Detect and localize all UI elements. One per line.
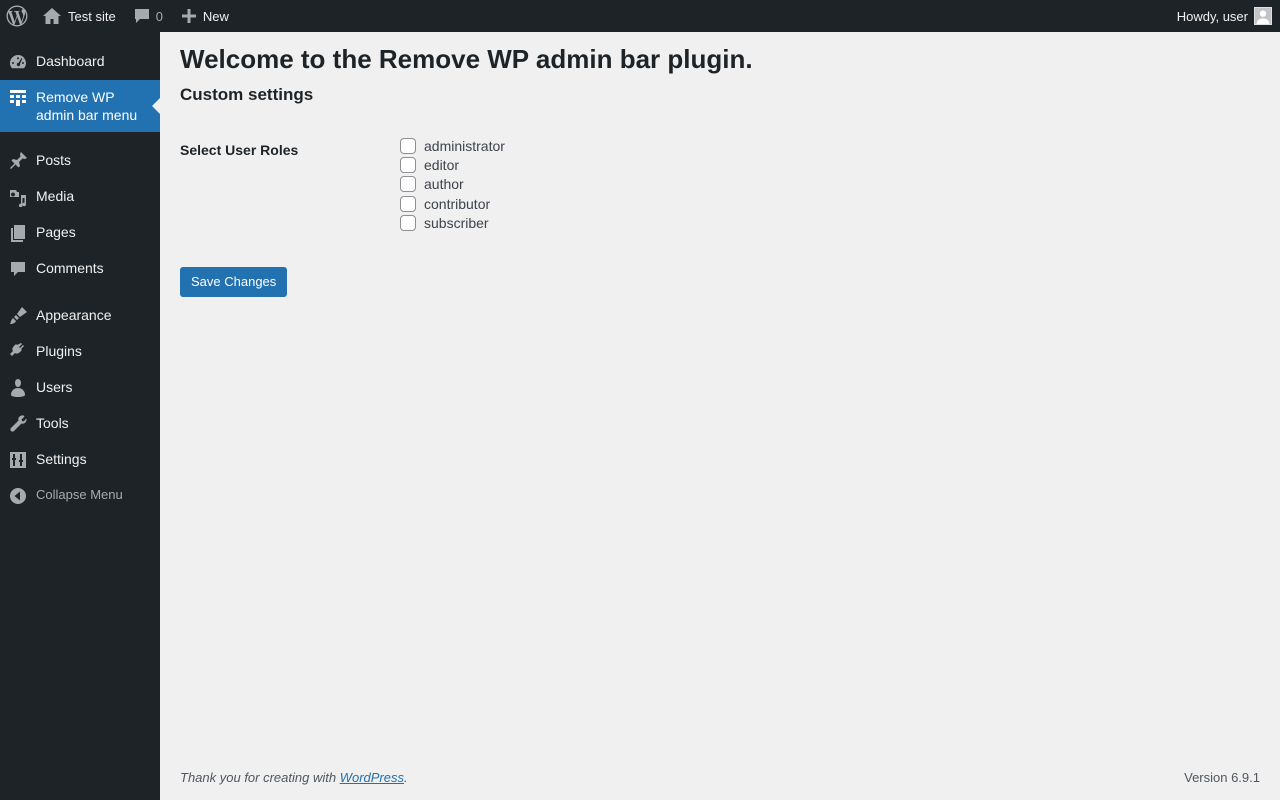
footer-thanks-suffix: . bbox=[404, 770, 408, 785]
media-icon bbox=[0, 187, 36, 207]
role-option-author[interactable]: author bbox=[400, 175, 505, 194]
site-name-link[interactable]: Test site bbox=[34, 0, 124, 32]
sidebar-item-label: Remove WP admin bar menu bbox=[36, 89, 138, 123]
sidebar-item-label: Posts bbox=[36, 152, 72, 168]
role-label: administrator bbox=[424, 137, 505, 154]
role-option-subscriber[interactable]: subscriber bbox=[400, 214, 505, 233]
settings-icon bbox=[0, 450, 36, 470]
new-content-link[interactable]: New bbox=[171, 0, 237, 32]
sidebar-item-label: Dashboard bbox=[36, 53, 105, 69]
sidebar-item-settings[interactable]: Settings bbox=[0, 442, 160, 478]
brush-icon bbox=[0, 306, 36, 326]
sidebar-item-label: Users bbox=[36, 379, 73, 395]
footer: Thank you for creating with WordPress. V… bbox=[180, 770, 1260, 785]
grid-icon bbox=[0, 88, 36, 108]
sidebar-item-appearance[interactable]: Appearance bbox=[0, 298, 160, 334]
role-checkbox-author[interactable] bbox=[400, 176, 416, 193]
save-changes-button[interactable]: Save Changes bbox=[180, 266, 288, 297]
plugin-icon bbox=[0, 342, 36, 362]
sidebar-item-dashboard[interactable]: Dashboard bbox=[0, 44, 160, 80]
dashboard-icon bbox=[0, 52, 36, 72]
sidebar-item-label: Media bbox=[36, 188, 75, 204]
sidebar-item-label: Plugins bbox=[36, 343, 82, 359]
sidebar-item-plugins[interactable]: Plugins bbox=[0, 334, 160, 370]
role-option-administrator[interactable]: administrator bbox=[400, 136, 505, 155]
sidebar-item-comments[interactable]: Comments bbox=[0, 251, 160, 287]
role-label: subscriber bbox=[424, 215, 489, 232]
sidebar-item-users[interactable]: Users bbox=[0, 370, 160, 406]
footer-version: Version 6.9.1 bbox=[1184, 770, 1260, 785]
section-title: Custom settings bbox=[180, 85, 314, 104]
sidebar-item-label: Comments bbox=[36, 260, 104, 276]
role-checkbox-subscriber[interactable] bbox=[400, 215, 416, 232]
comments-link[interactable]: 0 bbox=[124, 0, 171, 32]
main-content: Welcome to the Remove WP admin bar plugi… bbox=[180, 32, 1260, 297]
collapse-menu-button[interactable]: Collapse Menu bbox=[0, 478, 160, 514]
role-option-contributor[interactable]: contributor bbox=[400, 194, 505, 213]
comments-count: 0 bbox=[155, 8, 163, 24]
sidebar-item-media[interactable]: Media bbox=[0, 179, 160, 215]
avatar bbox=[1254, 7, 1272, 25]
plus-icon bbox=[179, 6, 199, 26]
comment-icon bbox=[0, 259, 36, 279]
pages-icon bbox=[0, 223, 36, 243]
comment-icon bbox=[132, 6, 152, 26]
sidebar-item-label: Appearance bbox=[36, 307, 112, 323]
role-label: editor bbox=[424, 157, 460, 174]
admin-sidebar: Dashboard Remove WP admin bar menu Posts… bbox=[0, 32, 160, 800]
wordpress-link[interactable]: WordPress bbox=[340, 770, 404, 785]
my-account-link[interactable]: Howdy, user bbox=[1169, 0, 1280, 32]
pin-icon bbox=[0, 151, 36, 171]
role-option-editor[interactable]: editor bbox=[400, 155, 505, 174]
sidebar-item-remove-wp-admin-bar-menu[interactable]: Remove WP admin bar menu bbox=[0, 80, 160, 132]
collapse-menu-label: Collapse Menu bbox=[36, 487, 123, 502]
home-icon bbox=[42, 6, 62, 26]
howdy-text: Howdy, user bbox=[1176, 8, 1248, 24]
avatar-icon bbox=[1256, 10, 1270, 24]
site-name: Test site bbox=[68, 8, 116, 24]
user-icon bbox=[0, 378, 36, 398]
sidebar-item-label: Settings bbox=[36, 451, 87, 467]
admin-bar: Test site 0 New Howdy, user bbox=[0, 0, 1280, 32]
wrench-icon bbox=[0, 414, 36, 434]
role-checkbox-editor[interactable] bbox=[400, 157, 416, 174]
role-label: author bbox=[424, 176, 464, 193]
sidebar-item-label: Pages bbox=[36, 224, 76, 240]
footer-thanks: Thank you for creating with WordPress. bbox=[180, 770, 408, 785]
wordpress-logo-icon bbox=[6, 5, 28, 27]
user-roles-row: Select User Roles administrator editor a… bbox=[180, 136, 1260, 233]
sidebar-item-pages[interactable]: Pages bbox=[0, 215, 160, 251]
sidebar-item-posts[interactable]: Posts bbox=[0, 143, 160, 179]
sidebar-item-tools[interactable]: Tools bbox=[0, 406, 160, 442]
role-checkbox-administrator[interactable] bbox=[400, 137, 416, 154]
role-checkbox-contributor[interactable] bbox=[400, 195, 416, 212]
footer-thanks-prefix: Thank you for creating with bbox=[180, 770, 340, 785]
roles-list: administrator editor author contributor … bbox=[400, 136, 505, 233]
sidebar-item-label: Tools bbox=[36, 415, 69, 431]
wordpress-logo-button[interactable] bbox=[0, 0, 34, 32]
page-title: Welcome to the Remove WP admin bar plugi… bbox=[180, 44, 753, 74]
new-label: New bbox=[202, 8, 229, 24]
roles-label: Select User Roles bbox=[180, 142, 299, 158]
collapse-icon bbox=[0, 486, 36, 506]
role-label: contributor bbox=[424, 195, 491, 212]
